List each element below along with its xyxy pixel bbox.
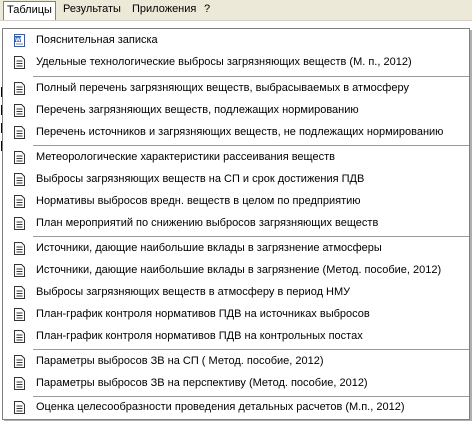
document-icon [14,401,25,414]
menu-item[interactable]: План-график контроля нормативов ПДВ на к… [3,326,469,348]
menu-item[interactable]: Источники, дающие наибольшие вклады в за… [3,238,469,260]
document-icon [14,308,25,321]
menu-item[interactable]: Параметры выбросов ЗВ на перспективу (Ме… [3,373,469,395]
menu-item-label: Полный перечень загрязняющих веществ, вы… [36,82,409,94]
document-icon [14,242,25,255]
menu-item[interactable]: Выбросы загрязняющих веществ на СП и сро… [3,169,469,191]
menu-item[interactable]: Полный перечень загрязняющих веществ, вы… [3,78,469,100]
menu-item-label: Удельные технологические выбросы загрязн… [36,56,412,68]
document-icon [14,173,25,186]
menu-item-label: Оценка целесообразности проведения детал… [36,401,405,413]
menu-item[interactable]: План мероприятий по снижению выбросов за… [3,213,469,235]
menu-item[interactable]: Удельные технологические выбросы загрязн… [3,52,469,74]
menu-item[interactable]: План-график контроля нормативов ПДВ на и… [3,304,469,326]
document-icon [14,264,25,277]
menu-item[interactable]: Перечень источников и загрязняющих вещес… [3,122,469,144]
menu-item-label: Нормативы выбросов вредн. веществ в цело… [36,195,361,207]
document-icon [14,217,25,230]
document-icon [14,377,25,390]
menu-item-label: Перечень загрязняющих веществ, подлежащи… [36,104,359,116]
menu-item-label: Перечень источников и загрязняющих вещес… [36,126,444,138]
menu-item[interactable]: Источники, дающие наибольшие вклады в за… [3,260,469,282]
document-icon [14,151,25,164]
document-icon [14,195,25,208]
document-icon [14,104,25,117]
menu-results[interactable]: Результаты [60,1,124,18]
word-document-icon: W [14,34,25,47]
menu-item[interactable]: Метеорологические характеристики рассеив… [3,147,469,169]
document-icon [14,126,25,139]
menu-item-label: Пояснительная записка [36,34,158,46]
document-icon [14,82,25,95]
svg-text:W: W [15,37,21,43]
menu-appendices[interactable]: Приложения [129,1,199,18]
document-icon [14,56,25,69]
document-icon [14,330,25,343]
menu-item[interactable]: Выбросы загрязняющих веществ в атмосферу… [3,282,469,304]
menu-item[interactable]: Перечень загрязняющих веществ, подлежащи… [3,100,469,122]
menu-tables[interactable]: Таблицы [3,1,56,20]
menu-item[interactable]: Параметры выбросов ЗВ на СП ( Метод. пос… [3,351,469,373]
menu-item-label: Выбросы загрязняющих веществ в атмосферу… [36,286,351,298]
menu-help[interactable]: ? [201,1,213,18]
document-icon [14,355,25,368]
menu-item-label: План-график контроля нормативов ПДВ на к… [36,330,363,342]
menu-item-label: План мероприятий по снижению выбросов за… [36,217,379,229]
menu-item[interactable]: Оценка целесообразности проведения детал… [3,397,469,419]
menu-item-label: План-график контроля нормативов ПДВ на и… [36,308,370,320]
menu-item-label: Метеорологические характеристики рассеив… [36,151,335,163]
menu-item-explanatory-note[interactable]: W Пояснительная записка [3,30,469,52]
menu-item-label: Параметры выбросов ЗВ на СП ( Метод. пос… [36,355,324,367]
menu-bar: Таблицы Результаты Приложения ? [0,0,472,21]
menu-item[interactable]: Нормативы выбросов вредн. веществ в цело… [3,191,469,213]
tables-dropdown-menu: W Пояснительная записка Удельные техноло… [2,28,470,420]
document-icon [14,286,25,299]
menu-item-label: Параметры выбросов ЗВ на перспективу (Ме… [36,377,368,389]
menu-item-label: Источники, дающие наибольшие вклады в за… [36,264,442,276]
menu-item-label: Источники, дающие наибольшие вклады в за… [36,242,382,254]
menu-item-label: Выбросы загрязняющих веществ на СП и сро… [36,173,365,185]
